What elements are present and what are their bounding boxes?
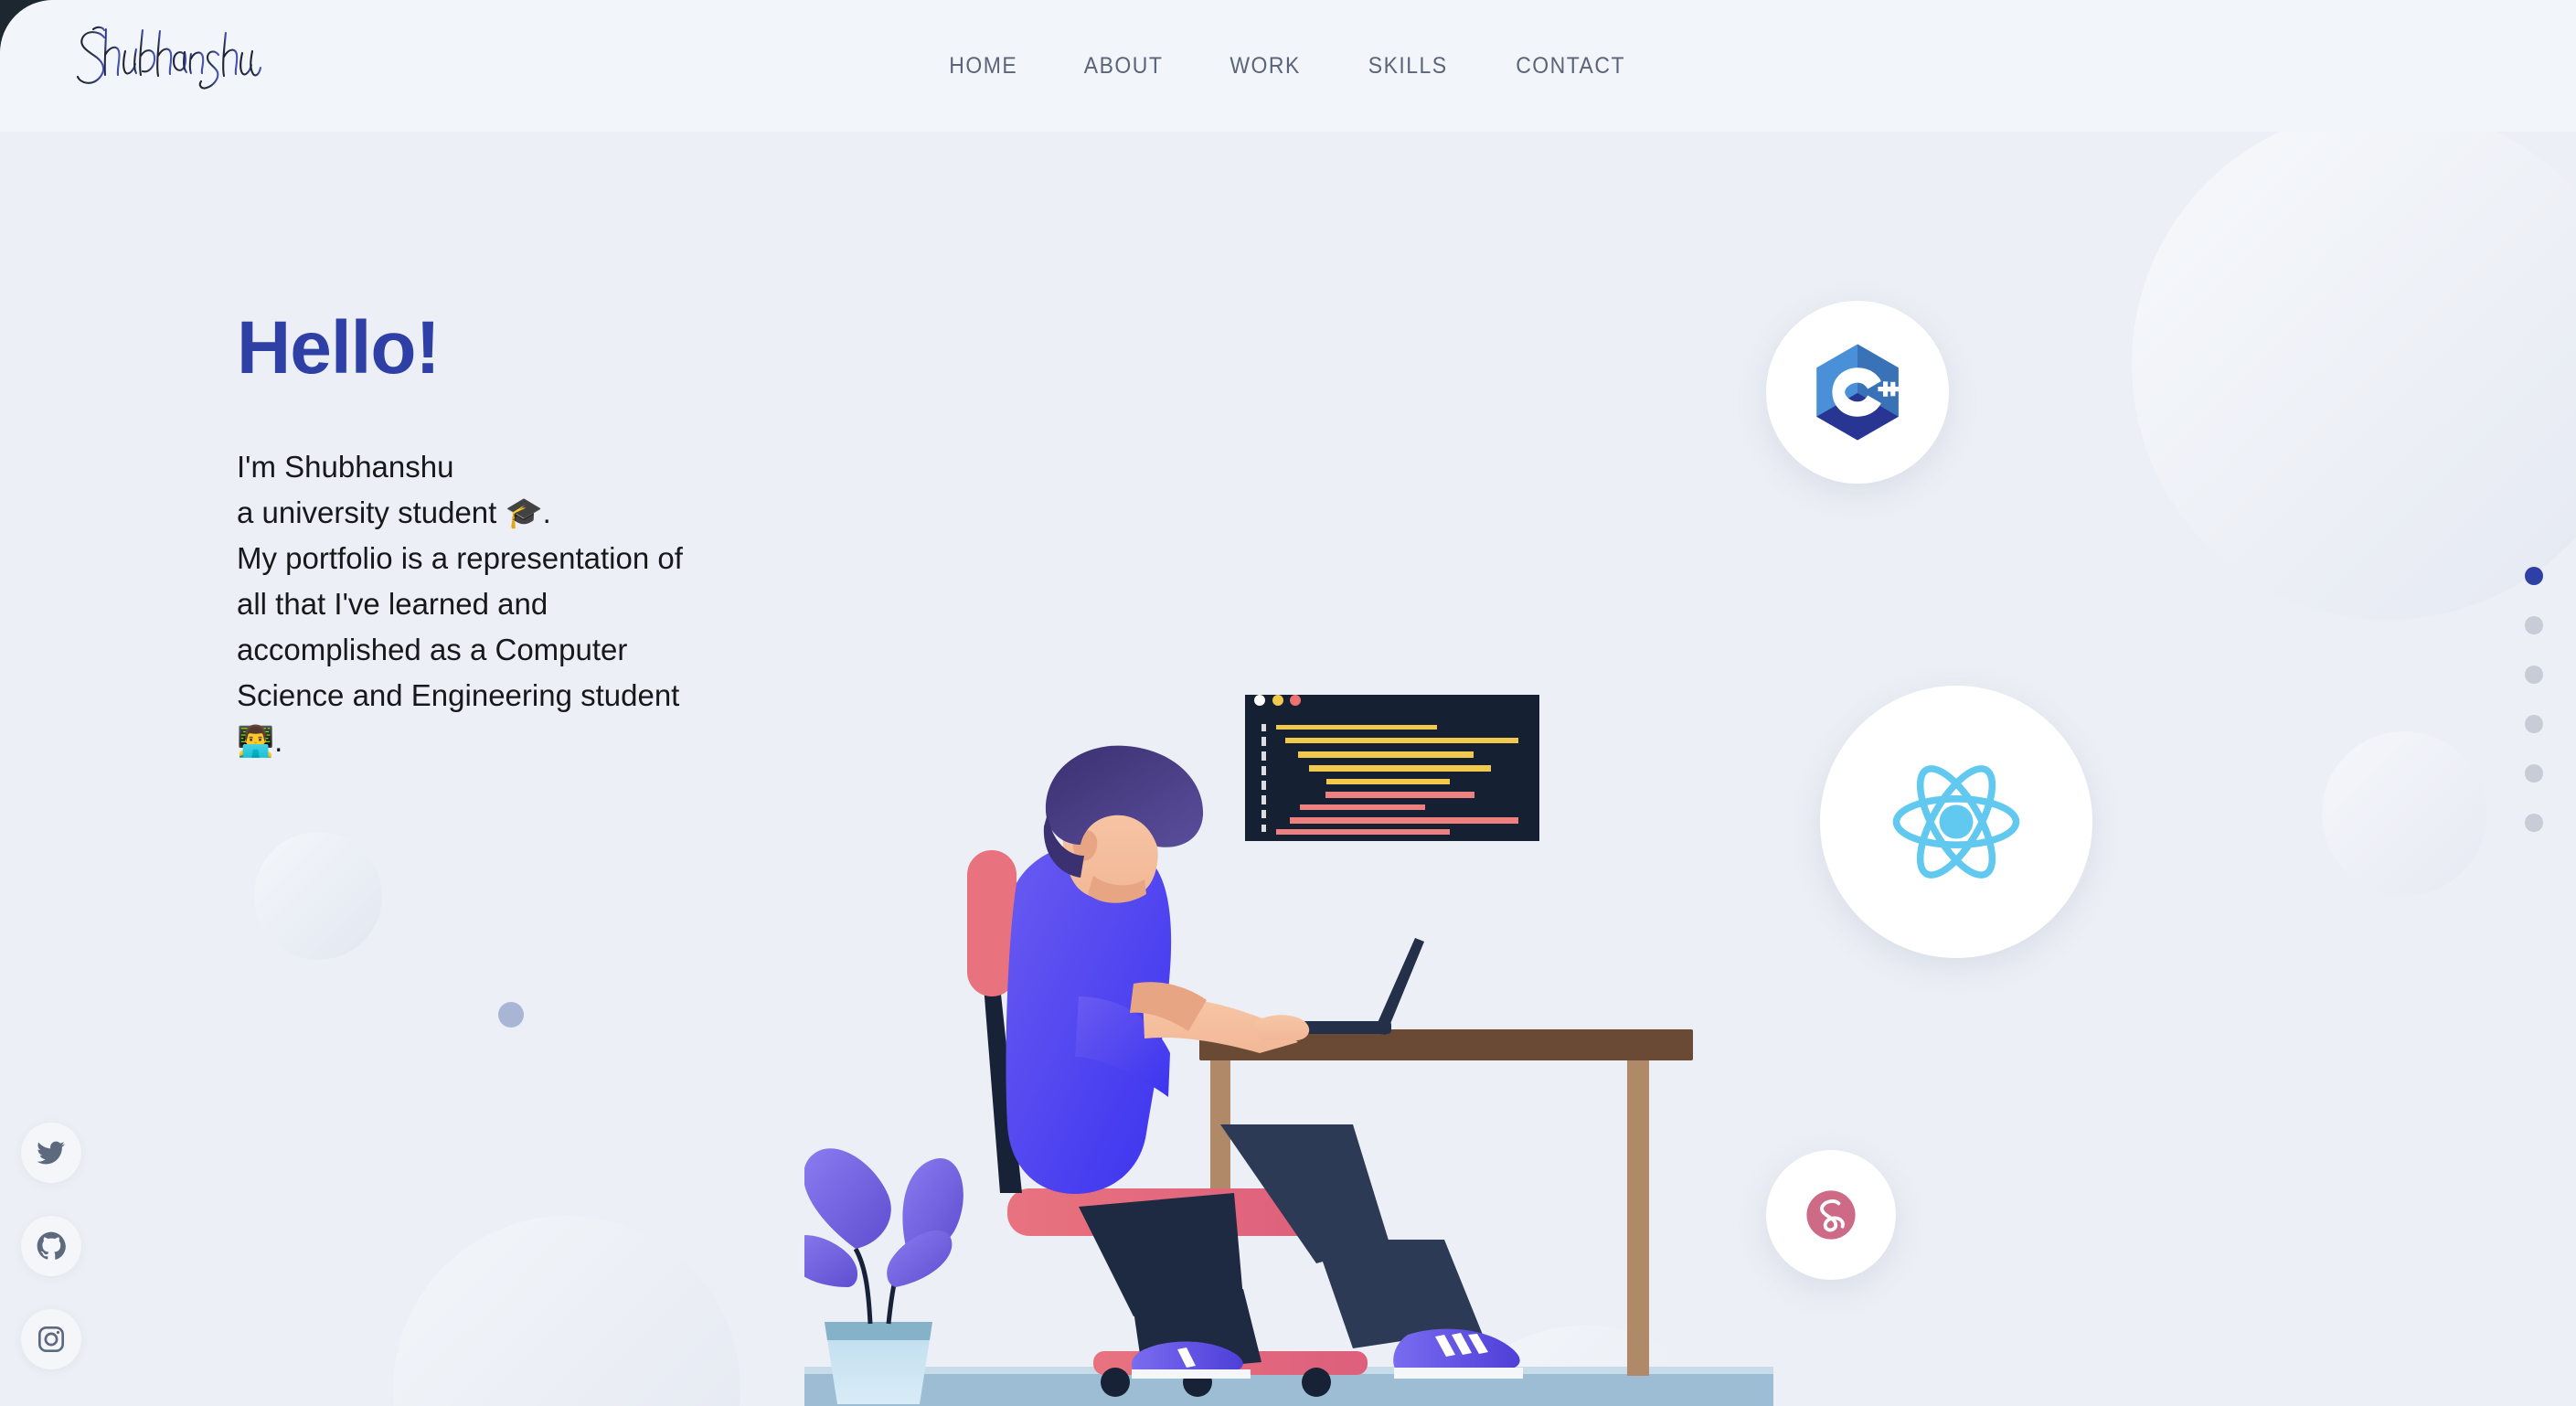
hero-paragraph: I'm Shubhanshu a university student 🎓. M… (237, 450, 683, 758)
decorative-circle-left (254, 832, 382, 960)
react-logo-badge[interactable] (1820, 686, 2092, 958)
twitter-icon (37, 1141, 65, 1165)
decorative-circle-large-right (2132, 108, 2576, 620)
pagination-dot-5[interactable] (2525, 764, 2543, 783)
social-twitter-button[interactable] (21, 1123, 81, 1183)
nav-item-home[interactable]: HOME (949, 53, 1017, 80)
hero-text-block: Hello! I'm Shubhanshu a university stude… (237, 311, 895, 764)
nav-item-contact[interactable]: CONTACT (1516, 53, 1625, 80)
cpp-icon (1816, 344, 1900, 441)
section-pagination (2525, 567, 2543, 832)
pagination-dot-3[interactable] (2525, 666, 2543, 684)
social-github-button[interactable] (21, 1216, 81, 1276)
nav-item-skills[interactable]: SKILLS (1368, 53, 1447, 80)
cpp-logo-badge[interactable] (1766, 301, 1949, 484)
instagram-icon (38, 1326, 64, 1352)
sass-logo-badge[interactable] (1766, 1150, 1896, 1280)
pagination-dot-4[interactable] (2525, 715, 2543, 733)
main-navigation: HOME ABOUT WORK SKILLS CONTACT (0, 0, 2576, 132)
pagination-dot-1[interactable] (2525, 567, 2543, 585)
social-links-rail (21, 1123, 81, 1369)
developer-illustration (777, 686, 1801, 1406)
github-icon (37, 1231, 66, 1260)
decorative-dot-left (498, 1002, 524, 1028)
pagination-dot-6[interactable] (2525, 814, 2543, 832)
decorative-circle-mid-right (2322, 731, 2486, 896)
react-icon (1892, 765, 2020, 879)
hero-title: Hello! (237, 306, 441, 389)
developer-at-desk-graphic (777, 686, 1801, 1406)
sass-icon (1806, 1190, 1856, 1240)
nav-item-about[interactable]: ABOUT (1084, 53, 1164, 80)
pagination-dot-2[interactable] (2525, 616, 2543, 634)
decorative-circle-bottom-left (393, 1216, 740, 1406)
nav-item-work[interactable]: WORK (1230, 53, 1301, 80)
social-instagram-button[interactable] (21, 1309, 81, 1369)
site-header: HOME ABOUT WORK SKILLS CONTACT (0, 0, 2576, 132)
portfolio-page: HOME ABOUT WORK SKILLS CONTACT Hello! I'… (0, 0, 2576, 1406)
